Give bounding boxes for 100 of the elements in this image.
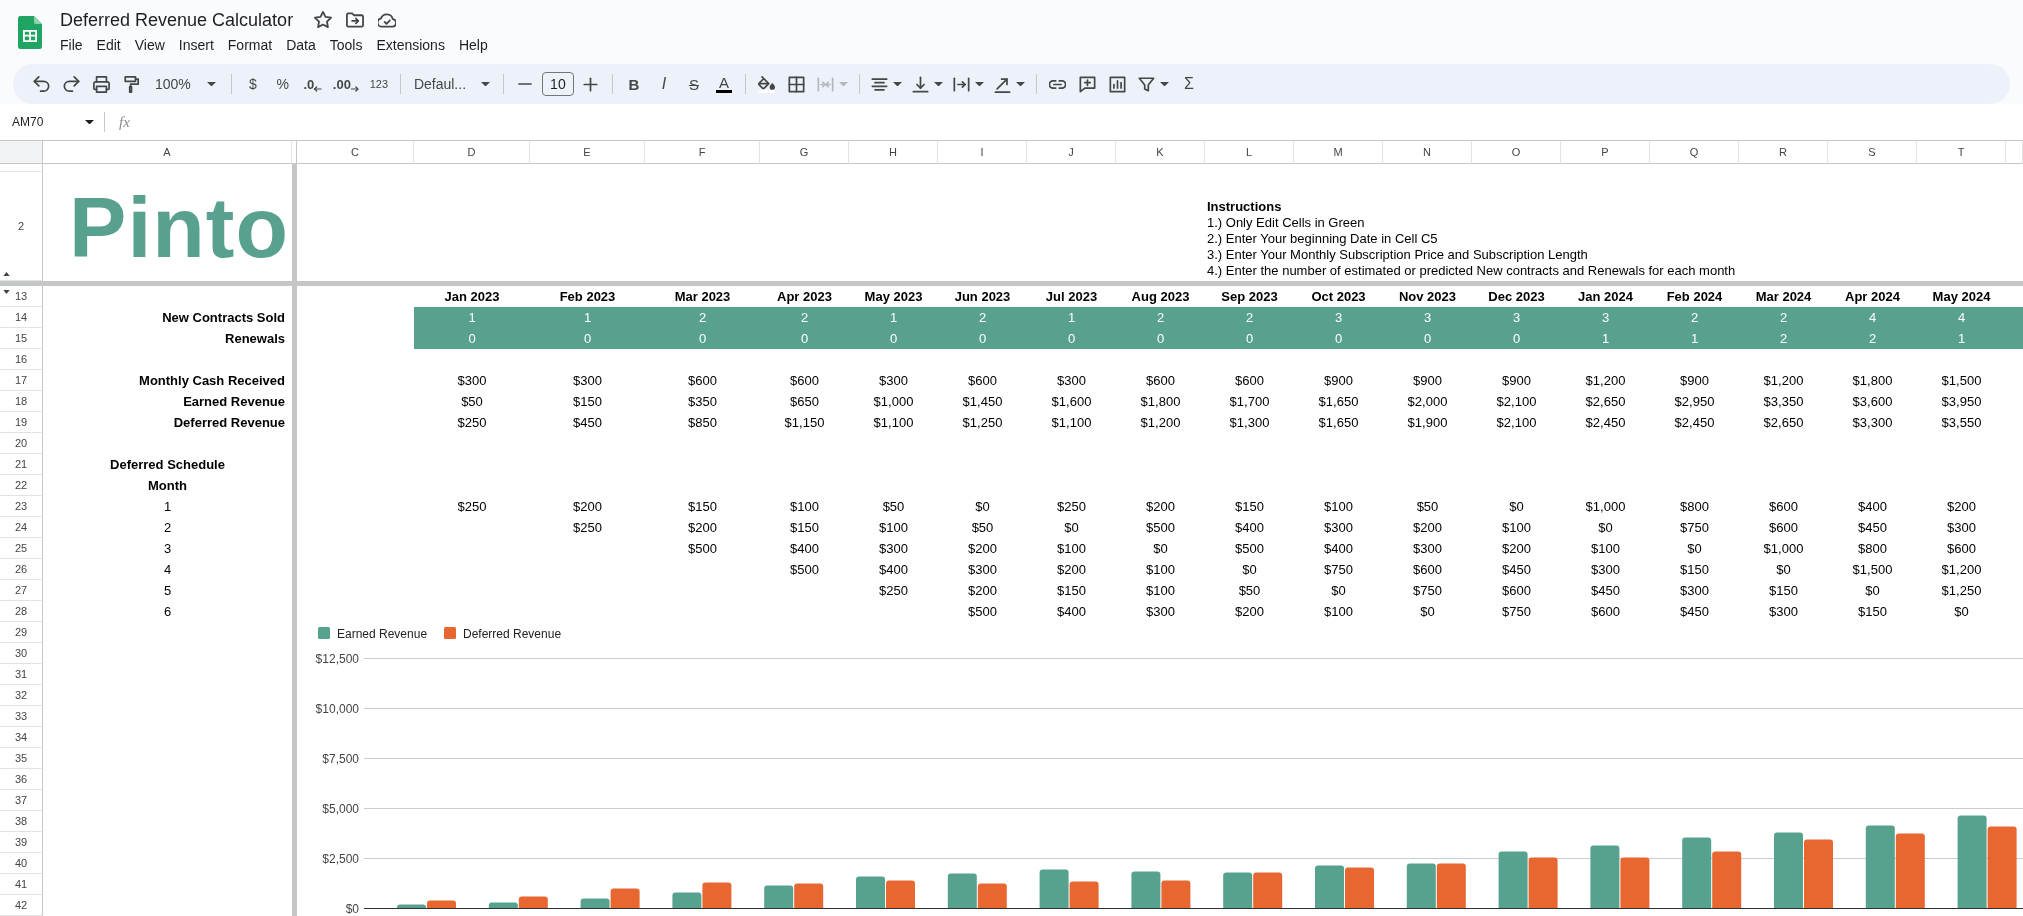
zoom-dropdown[interactable]: 100% <box>147 70 224 98</box>
column-header[interactable]: S <box>1828 141 1917 164</box>
row-header[interactable]: 29 <box>0 622 43 643</box>
document-title[interactable]: Deferred Revenue Calculator <box>60 9 294 31</box>
chart-bar <box>1620 857 1650 908</box>
spreadsheet-logo-icon[interactable] <box>18 16 42 49</box>
column-header[interactable]: E <box>530 141 645 164</box>
menu-item[interactable]: Format <box>220 35 280 55</box>
row-header[interactable]: 17 <box>0 370 43 391</box>
row-label: Deferred Revenue <box>173 415 285 430</box>
strikethrough-button[interactable]: S <box>679 70 708 98</box>
column-header[interactable]: M <box>1294 141 1383 164</box>
row-header[interactable]: 25 <box>0 538 43 559</box>
row-header[interactable]: 31 <box>0 664 43 685</box>
column-header[interactable]: J <box>1027 141 1116 164</box>
row-header[interactable]: 28 <box>0 601 43 622</box>
menu-item[interactable]: Data <box>279 35 323 55</box>
row-header[interactable]: 27 <box>0 580 43 601</box>
row-header[interactable]: 39 <box>0 832 43 853</box>
table-cell-text: $150 <box>1234 498 1265 516</box>
row-header[interactable]: 33 <box>0 706 43 727</box>
row-header[interactable]: 19 <box>0 412 43 433</box>
menu-item[interactable]: Edit <box>89 35 128 55</box>
table-cell-text: $50 <box>881 498 906 516</box>
column-header[interactable]: D <box>414 141 530 164</box>
currency-format-button[interactable]: $ <box>238 70 267 98</box>
chart-bar <box>1682 837 1712 908</box>
column-header[interactable]: K <box>1116 141 1205 164</box>
row-header[interactable]: 41 <box>0 874 43 895</box>
column-header[interactable]: P <box>1561 141 1650 164</box>
percent-format-button[interactable]: % <box>268 70 297 98</box>
row-header[interactable]: 26 <box>0 559 43 580</box>
month-header: Jan 2023 <box>443 288 501 306</box>
row-header[interactable]: 30 <box>0 643 43 664</box>
row-header[interactable]: 20 <box>0 433 43 454</box>
menu-item[interactable]: File <box>53 35 90 55</box>
row-header[interactable]: 40 <box>0 853 43 874</box>
column-header[interactable]: N <box>1383 141 1472 164</box>
row-header[interactable]: 22 <box>0 475 43 496</box>
row-header[interactable]: 38 <box>0 811 43 832</box>
column-header[interactable]: I <box>938 141 1027 164</box>
row-header[interactable]: 34 <box>0 727 43 748</box>
row-header[interactable]: 14 <box>0 307 43 328</box>
decrease-decimal-button[interactable]: .0 <box>298 70 327 98</box>
row-header[interactable]: 24 <box>0 517 43 538</box>
table-cell-text: $3,550 <box>1940 414 1983 432</box>
table-cell-text: $2,100 <box>1495 393 1538 411</box>
table-cell-text: $500 <box>967 603 998 621</box>
column-header[interactable]: F <box>645 141 760 164</box>
menu-item[interactable]: Insert <box>171 35 221 55</box>
down-triangle-icon[interactable] <box>3 290 10 294</box>
table-cell-text: $1,800 <box>1851 372 1894 390</box>
italic-button[interactable]: I <box>649 70 678 98</box>
table-cell-text: $1,250 <box>961 414 1004 432</box>
table-cell-text: $0 <box>1686 540 1703 558</box>
column-header[interactable]: R <box>1739 141 1828 164</box>
font-dropdown[interactable]: Defaul... <box>407 70 496 98</box>
row-header[interactable]: 42 <box>0 895 43 916</box>
column-header[interactable]: G <box>760 141 849 164</box>
row-header[interactable]: 13 <box>0 286 43 307</box>
table-cell-text: $1,900 <box>1406 414 1449 432</box>
menu-item[interactable]: View <box>127 35 172 55</box>
column-header[interactable]: Q <box>1650 141 1739 164</box>
month-header: Oct 2023 <box>1310 288 1367 306</box>
row-header[interactable]: 37 <box>0 790 43 811</box>
functions-button[interactable]: Σ <box>1174 70 1203 98</box>
row-header[interactable]: 35 <box>0 748 43 769</box>
table-cell-text: $600 <box>1768 498 1799 516</box>
table-cell-text: $250 <box>456 498 488 516</box>
column-header[interactable]: C <box>297 141 414 164</box>
row-header[interactable]: 15 <box>0 328 43 349</box>
column-header[interactable]: H <box>849 141 938 164</box>
caret-icon <box>933 81 943 87</box>
text-color-button[interactable]: A <box>709 70 738 98</box>
row-header[interactable]: 18 <box>0 391 43 412</box>
menu-item[interactable]: Extensions <box>369 35 452 55</box>
up-triangle-icon[interactable] <box>3 272 10 276</box>
column-header[interactable]: A <box>43 141 292 164</box>
table-cell-text: $200 <box>1501 540 1532 558</box>
row-header[interactable]: 32 <box>0 685 43 706</box>
column-header[interactable]: T <box>1917 141 2006 164</box>
table-cell-text: $200 <box>572 498 603 516</box>
column-header[interactable]: O <box>1472 141 1561 164</box>
name-box[interactable]: AM70 <box>12 110 94 134</box>
menu-item[interactable]: Help <box>451 35 495 55</box>
row-header[interactable]: 36 <box>0 769 43 790</box>
chart-bar <box>1131 871 1161 908</box>
font-size-field[interactable]: 10 <box>541 72 574 96</box>
table-cell-text: $750 <box>1323 561 1354 579</box>
table-cell-text: $2,450 <box>1584 414 1627 432</box>
row-header[interactable]: 21 <box>0 454 43 475</box>
table-cell-text: $900 <box>1501 372 1532 390</box>
caret-icon <box>1015 81 1025 87</box>
menu-item[interactable]: Tools <box>322 35 370 55</box>
bold-button[interactable]: B <box>619 70 648 98</box>
column-header[interactable]: L <box>1205 141 1294 164</box>
increase-decimal-button[interactable]: .00 <box>328 70 363 98</box>
row-header[interactable]: 16 <box>0 349 43 370</box>
row-header[interactable]: 23 <box>0 496 43 517</box>
number-format-button[interactable]: 123 <box>364 70 393 98</box>
